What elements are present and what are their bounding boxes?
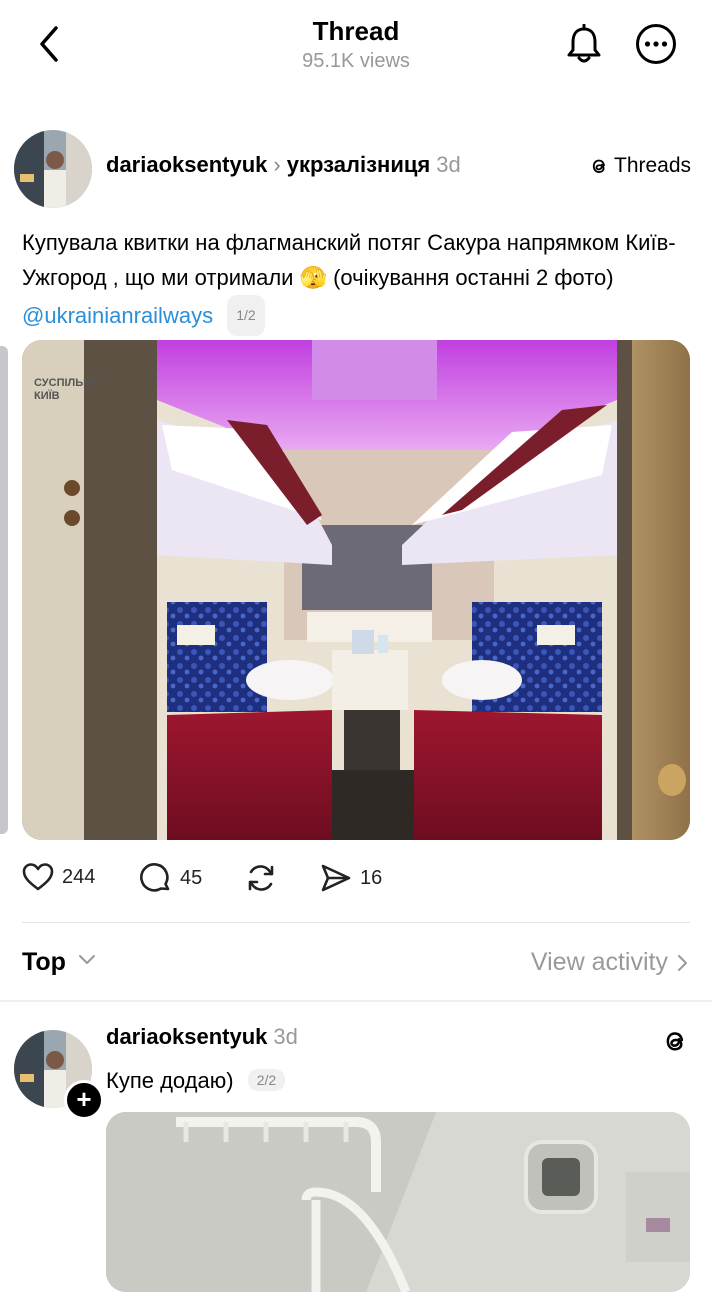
reply-time: 3d <box>273 1024 298 1049</box>
chevron-right-icon: › <box>273 152 281 177</box>
share-button[interactable]: 16 <box>320 862 382 894</box>
chevron-right-icon <box>678 954 687 971</box>
post-header: dariaoksentyuk › укрзалізниця 3d <box>106 152 461 178</box>
follow-plus-icon[interactable]: + <box>64 1080 104 1120</box>
send-icon <box>321 864 351 892</box>
section-divider <box>0 1000 712 1002</box>
previous-photo-peek[interactable] <box>0 346 8 834</box>
like-button[interactable]: 244 <box>22 862 95 892</box>
chevron-down-icon[interactable] <box>76 948 98 975</box>
view-activity-label: View activity <box>530 948 668 976</box>
pager-badge: 1/2 <box>227 295 265 336</box>
post-body: Купувала квитки на флагманский потяг Сак… <box>22 230 676 290</box>
heart-icon <box>22 863 54 891</box>
post-time: 3d <box>436 152 461 177</box>
reply-text: Купе додаю) 2/2 <box>106 1068 286 1094</box>
post-username[interactable]: dariaoksentyuk <box>106 152 267 177</box>
divider <box>22 922 690 923</box>
share-count: 16 <box>360 866 383 889</box>
more-icon <box>636 24 676 64</box>
threads-badge-label: Threads <box>614 154 692 177</box>
avatar[interactable] <box>14 130 92 208</box>
repost-icon <box>248 865 274 891</box>
threads-logo-icon[interactable] <box>660 1026 690 1061</box>
reply-header: dariaoksentyuk 3d <box>106 1024 298 1050</box>
bell-icon <box>567 23 601 63</box>
post-text: Купувала квитки на флагманский потяг Сак… <box>22 226 702 336</box>
community-name[interactable]: укрзалізниця <box>287 152 430 177</box>
post-actions: 244 45 16 <box>0 862 712 902</box>
mention-link[interactable]: @ukrainianrailways <box>22 303 213 328</box>
more-button[interactable] <box>634 22 678 66</box>
view-activity-link[interactable]: View activity <box>531 948 690 977</box>
header: Thread 95.1K views <box>0 0 712 90</box>
repost-button[interactable] <box>244 862 278 894</box>
reply-body: Купе додаю) <box>106 1068 234 1093</box>
like-count: 244 <box>62 865 96 888</box>
reply-photo[interactable] <box>106 1112 690 1292</box>
sort-row: Top View activity <box>22 944 690 984</box>
notifications-button[interactable] <box>564 23 604 66</box>
reply-button[interactable]: 45 <box>140 862 202 894</box>
watermark-line1: СУСПІЛЬНЕ <box>34 377 98 389</box>
watermark-line2: КИЇВ <box>34 389 60 402</box>
threads-logo-icon <box>592 159 605 173</box>
reply-username[interactable]: dariaoksentyuk <box>106 1024 267 1049</box>
reply-count: 45 <box>180 866 203 889</box>
comment-icon <box>140 863 170 892</box>
post-photo[interactable]: СУСПІЛЬНЕ КИЇВ <box>22 340 690 840</box>
page-title: Thread <box>312 16 400 46</box>
sort-dropdown[interactable]: Top <box>22 948 66 977</box>
reply-pager-badge: 2/2 <box>247 1069 286 1091</box>
views-count: 95.1K views <box>302 50 410 72</box>
threads-badge[interactable]: Threads <box>588 154 691 178</box>
